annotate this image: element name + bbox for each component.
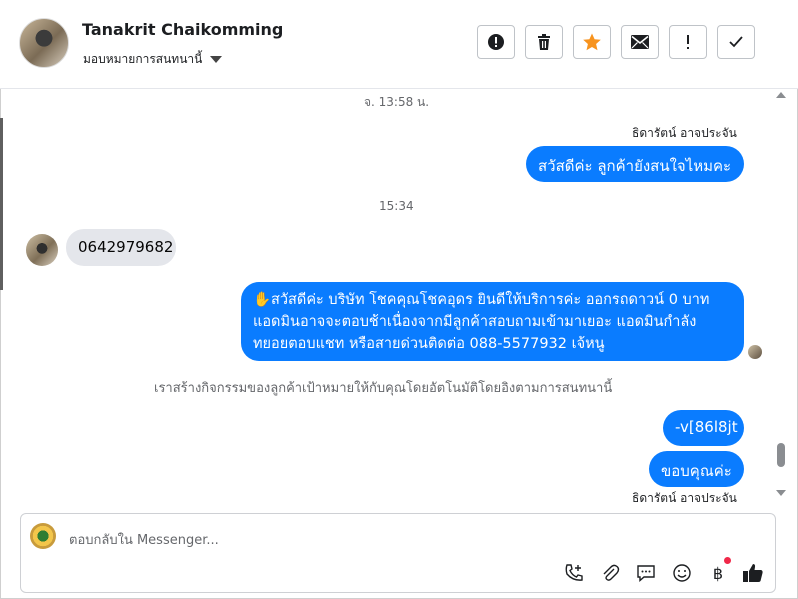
outgoing-message[interactable]: ✋สวัสดีค่ะ บริษัท โชคคุณโชคอุดร ยินดีให้… [241,282,744,361]
assign-conversation-dropdown[interactable]: มอบหมายการสนทนานี้ [83,50,223,69]
timestamp: จ. 13:58 น. [364,95,430,109]
sender-name: ธิดารัตน์ อาจประจัน [632,491,737,505]
assign-label: มอบหมายการสนทนานี้ [83,52,203,66]
scrollbar-thumb[interactable] [777,443,785,467]
alert-circle-icon [488,34,504,50]
phone-plus-icon[interactable] [563,562,585,584]
envelope-icon [631,35,649,49]
contact-name[interactable]: Tanakrit Chaikomming [82,20,283,39]
delete-button[interactable] [525,25,563,59]
reply-input[interactable]: ตอบกลับใน Messenger... [69,529,219,550]
message-text-line: ✋สวัสดีค่ะ บริษัท โชคคุณโชคอุดร ยินดีให้… [253,292,710,308]
star-button[interactable] [573,25,611,59]
exclamation-icon [687,35,689,49]
thumbs-up-icon[interactable] [742,562,764,584]
check-icon [729,36,743,48]
message-text: สวัสดีค่ะ ลูกค้ายังสนใจไหมคะ [538,157,732,175]
incoming-message[interactable]: 0642979682 [66,229,176,266]
baht-icon[interactable]: ฿ [707,562,729,584]
outgoing-message[interactable]: -v[86l8jt [663,410,744,446]
follow-up-button[interactable] [669,25,707,59]
message-text: -v[86l8jt [675,418,738,436]
spam-button[interactable] [477,25,515,59]
mark-unread-button[interactable] [621,25,659,59]
sender-name: ธิดารัตน์ อาจประจัน [632,126,737,140]
reply-composer[interactable]: ตอบกลับใน Messenger... ฿ [20,513,776,593]
timestamp: 15:34 [379,199,414,213]
system-notice: เราสร้างกิจกรรมของลูกค้าเป้าหมายให้กับคุ… [154,381,613,396]
message-text: ขอบคุณค่ะ [661,462,732,480]
scroll-up-arrow[interactable] [776,92,786,98]
seen-avatar-icon [748,345,762,359]
paperclip-icon[interactable] [599,562,621,584]
contact-avatar-small[interactable] [26,234,58,266]
outgoing-message[interactable]: สวัสดีค่ะ ลูกค้ายังสนใจไหมคะ [526,146,744,182]
message-text-line: แอดมินอาจจะตอบช้าเนื่องจากมีลูกค้าสอบถาม… [253,314,697,330]
emoji-icon[interactable] [671,562,693,584]
conversation-header: Tanakrit Chaikomming มอบหมายการสนทนานี้ [0,0,798,89]
message-text-line: ทยอยตอบแชท หรือสายด่วนติดต่อ 088-5577932… [253,336,605,352]
chat-bubble-icon[interactable] [635,562,657,584]
contact-avatar[interactable] [19,18,69,68]
notification-dot [724,557,731,564]
outgoing-message[interactable]: ขอบคุณค่ะ [649,451,744,487]
trash-icon [538,34,550,50]
star-icon [583,33,601,51]
left-edge-bar [0,118,3,290]
message-text: 0642979682 [78,238,174,256]
page-avatar [30,523,56,549]
scroll-down-arrow[interactable] [776,490,786,496]
mark-done-button[interactable] [717,25,755,59]
caret-down-icon [210,56,223,63]
